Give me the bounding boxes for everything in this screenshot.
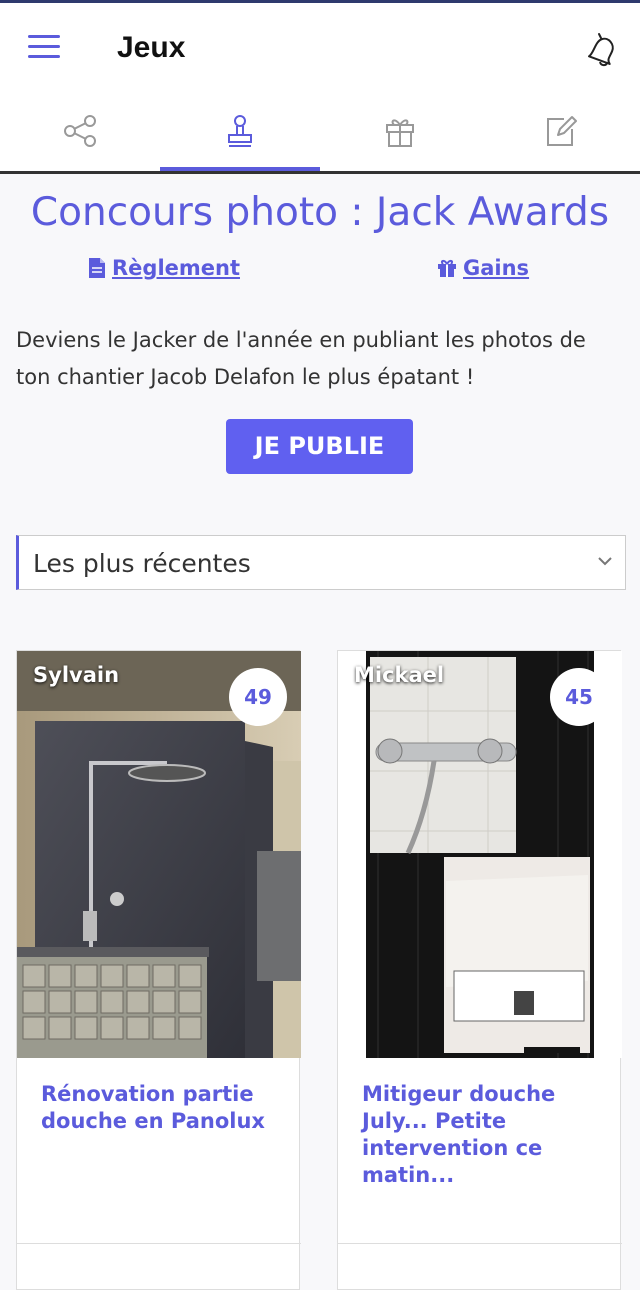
contest-description: Deviens le Jacker de l'année en publiant…	[16, 328, 586, 389]
chevron-down-icon	[598, 557, 612, 566]
bell-icon[interactable]	[583, 31, 617, 69]
tab-bar	[0, 93, 640, 174]
app-header: Jeux	[0, 3, 640, 93]
rules-link[interactable]: Règlement	[88, 256, 240, 280]
tab-share[interactable]	[0, 93, 160, 171]
card-caption[interactable]: Rénovation partie douche en Panolux	[41, 1081, 281, 1135]
photo-card[interactable]: Mickael 45 Mitigeur douche July... Petit…	[337, 650, 622, 1290]
card-author: Sylvain	[33, 663, 120, 687]
vote-count-badge: 49	[232, 671, 284, 723]
photo-card[interactable]: Sylvain 49 Rénovation partie douche en P…	[16, 650, 301, 1290]
card-footer-divider	[17, 1243, 301, 1244]
card-footer-divider	[338, 1243, 622, 1244]
card-author: Mickael	[354, 663, 445, 687]
tab-gifts[interactable]	[320, 93, 480, 171]
vote-count-badge: 45	[553, 671, 605, 723]
sort-select[interactable]: Les plus récentes	[16, 535, 626, 590]
document-icon	[89, 258, 105, 278]
gift-icon	[386, 119, 414, 147]
active-tab-indicator	[160, 167, 320, 171]
gift-icon	[438, 260, 456, 277]
rules-link-label: Règlement	[112, 256, 240, 280]
prizes-link[interactable]: Gains	[437, 256, 529, 280]
prizes-link-label: Gains	[463, 256, 530, 280]
sort-select-value: Les plus récentes	[33, 549, 251, 578]
menu-icon[interactable]	[28, 33, 62, 61]
publish-button[interactable]: JE PUBLIE	[226, 419, 413, 474]
tab-contest[interactable]	[160, 93, 320, 171]
card-caption[interactable]: Mitigeur douche July... Petite intervent…	[362, 1081, 602, 1189]
share-icon	[64, 115, 96, 147]
tab-edit[interactable]	[480, 93, 640, 171]
contest-title: Concours photo : Jack Awards	[30, 190, 610, 235]
stamp-icon	[228, 115, 252, 147]
page-title: Jeux	[117, 31, 186, 64]
edit-icon	[547, 116, 577, 146]
